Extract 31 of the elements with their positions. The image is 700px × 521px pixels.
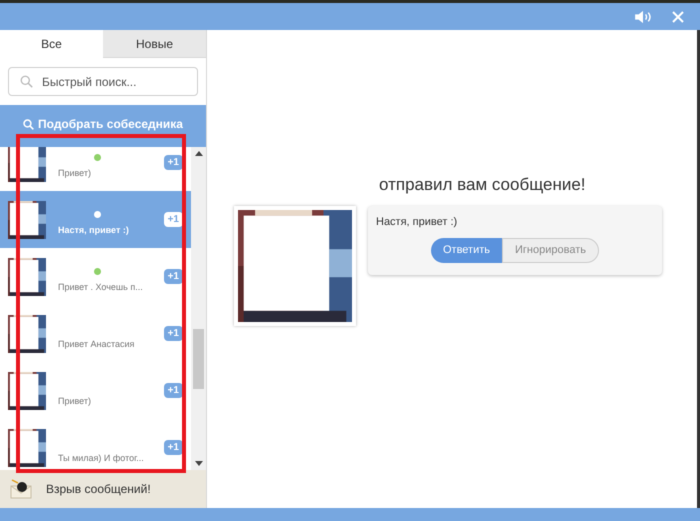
message-preview: Настя, привет :) — [58, 224, 130, 237]
message-text: Настя, привет :) — [376, 214, 458, 230]
close-icon[interactable] — [672, 10, 684, 22]
unread-count: +1 — [164, 440, 183, 455]
envelope-bomb-icon — [8, 479, 34, 499]
tab[interactable]: Новые — [103, 30, 206, 58]
unread-count: +1 — [164, 155, 183, 170]
footer-bar[interactable]: Взрыв сообщений! — [0, 470, 206, 508]
message-preview: Привет) — [58, 166, 92, 180]
search-icon — [23, 118, 34, 130]
reply-button[interactable]: Ответить — [430, 238, 502, 263]
find-partner-button[interactable]: Подобрать собеседника — [0, 105, 206, 147]
search-field[interactable]: Быстрый поиск... — [8, 67, 198, 96]
footer-text: Взрыв сообщений! — [46, 481, 151, 498]
unread-count: +1 — [164, 326, 183, 341]
notification-heading: отправил вам сообщение! — [379, 174, 587, 196]
up-arrow-icon[interactable] — [194, 151, 202, 156]
search-icon — [20, 75, 33, 88]
unread-count: +1 — [164, 383, 183, 398]
unread-count: +1 — [164, 212, 183, 227]
scroll-thumb[interactable] — [193, 328, 204, 388]
scrollbar[interactable] — [191, 147, 206, 470]
ignore-button[interactable]: Игнорировать — [502, 238, 599, 263]
message-preview: Ты милая) И фотог... — [58, 452, 145, 465]
message-preview: Привет) — [58, 394, 92, 408]
unread-count: +1 — [164, 269, 183, 284]
speaker-icon[interactable] — [634, 10, 652, 24]
message-preview: Привет . Хочешь п... — [58, 280, 144, 294]
message-preview: Привет Анастасия — [58, 338, 136, 351]
conversation-item[interactable]: Настя, привет :) +1 — [0, 191, 191, 248]
down-arrow-icon[interactable] — [194, 461, 202, 466]
